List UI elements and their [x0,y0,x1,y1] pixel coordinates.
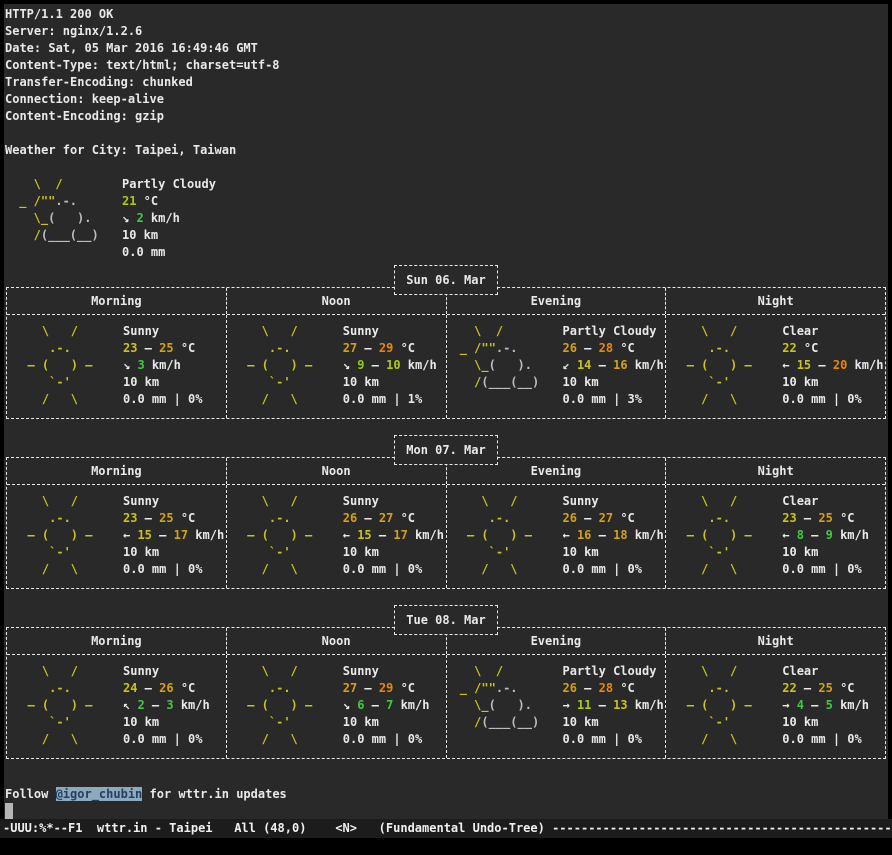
weather-cell-noon: \ / .-. – ( ) – `-' / \ Sunny27 – 29 °C↘… [226,655,446,758]
period-header-night: Night [665,628,885,654]
weather-cell-noon: \ / .-. – ( ) – `-' / \ Sunny26 – 27 °C←… [226,485,446,588]
weather-cell-info: Clear22 °C← 15 – 20 km/h10 km0.0 mm | 0% [782,323,885,418]
sun-icon: \ / .-. – ( ) – `-' / \ [13,323,117,418]
sun-icon: \ / .-. – ( ) – `-' / \ [233,493,337,588]
period-header-night: Night [665,288,885,314]
weather-cell-morning: \ / .-. – ( ) – `-' / \ Sunny23 – 25 °C↘… [7,315,226,418]
sun-icon: \ / .-. – ( ) – `-' / \ [13,493,117,588]
sun-icon: \ / .-. – ( ) – `-' / \ [233,663,337,758]
weather-cell-info: Sunny26 – 27 °C← 16 – 18 km/h10 km0.0 mm… [563,493,666,588]
follow-suffix: for wttr.in updates [142,787,287,801]
weather-cell-info: Sunny23 – 25 °C↘ 3 km/h10 km0.0 mm | 0% [123,323,226,418]
current-conditions: \ / _ /"".-. \_( ). /(___(__) Partly Clo… [4,176,888,261]
partly-cloudy-icon: \ / _ /"".-. \_( ). /(___(__) [453,323,557,418]
sun-icon: \ / .-. – ( ) – `-' / \ [453,493,557,588]
weather-cell-info: Partly Cloudy26 – 28 °C→ 11 – 13 km/h10 … [563,663,666,758]
weather-cell-evening: \ / _ /"".-. \_( ). /(___(__) Partly Clo… [446,315,666,418]
weather-cell-info: Sunny26 – 27 °C← 15 – 17 km/h10 km0.0 mm… [343,493,446,588]
weather-cell-info: Sunny27 – 29 °C↘ 6 – 7 km/h10 km0.0 mm |… [343,663,446,758]
location-line: Weather for City: Taipei, Taiwan [5,142,888,159]
date-label: Tue 08. Mar [406,612,485,629]
forecast-day-2: Mon 07. MarMorningNoonEveningNight \ / .… [6,457,886,589]
follow-prefix: Follow [5,787,56,801]
forecast-body-row: \ / .-. – ( ) – `-' / \ Sunny24 – 26 °C↖… [7,655,885,758]
weather-cell-evening: \ / .-. – ( ) – `-' / \ Sunny26 – 27 °C←… [446,485,666,588]
period-header-morning: Morning [7,628,226,654]
follow-line: Follow @igor_chubin for wttr.in updates [5,786,888,803]
emacs-modeline: -UUU:%*--F1 wttr.in - Taipei All (48,0) … [0,819,892,838]
date-label: Sun 06. Mar [406,272,485,289]
forecast-day-3: Tue 08. MarMorningNoonEveningNight \ / .… [6,627,886,759]
forecast-body-row: \ / .-. – ( ) – `-' / \ Sunny23 – 25 °C↘… [7,315,885,418]
twitter-handle-link[interactable]: @igor_chubin [56,787,143,801]
current-conditions-info: Partly Cloudy21 °C↘ 2 km/h10 km0.0 mm [122,176,216,261]
date-box: Mon 07. Mar [394,435,498,465]
date-label: Mon 07. Mar [406,442,485,459]
period-header-morning: Morning [7,288,226,314]
weather-cell-morning: \ / .-. – ( ) – `-' / \ Sunny24 – 26 °C↖… [7,655,226,758]
http-response-headers: HTTP/1.1 200 OK Server: nginx/1.2.6 Date… [5,6,888,125]
weather-cell-info: Sunny27 – 29 °C↘ 9 – 10 km/h10 km0.0 mm … [343,323,446,418]
forecast-table: Tue 08. MarMorningNoonEveningNight \ / .… [6,627,886,759]
terminal-cursor [5,803,13,819]
period-header-night: Night [665,458,885,484]
forecast-day-1: Sun 06. MarMorningNoonEveningNight \ / .… [6,287,886,419]
terminal-cursor-line [5,803,888,819]
terminal-content: HTTP/1.1 200 OK Server: nginx/1.2.6 Date… [4,4,888,838]
weather-cell-morning: \ / .-. – ( ) – `-' / \ Sunny23 – 25 °C←… [7,485,226,588]
weather-cell-info: Clear22 – 25 °C→ 4 – 5 km/h10 km0.0 mm |… [782,663,885,758]
weather-cell-night: \ / .-. – ( ) – `-' / \ Clear23 – 25 °C←… [665,485,885,588]
sun-icon: \ / .-. – ( ) – `-' / \ [233,323,337,418]
terminal-window: { "colors": { "white": "#e9e9e9", "cloud… [0,0,892,855]
sun-icon: \ / .-. – ( ) – `-' / \ [672,493,776,588]
weather-cell-info: Partly Cloudy26 – 28 °C↙ 14 – 16 km/h10 … [563,323,666,418]
weather-cell-night: \ / .-. – ( ) – `-' / \ Clear22 °C← 15 –… [665,315,885,418]
weather-cell-noon: \ / .-. – ( ) – `-' / \ Sunny27 – 29 °C↘… [226,315,446,418]
partly-cloudy-icon: \ / _ /"".-. \_( ). /(___(__) [453,663,557,758]
sun-icon: \ / .-. – ( ) – `-' / \ [672,323,776,418]
forecast-days: Sun 06. MarMorningNoonEveningNight \ / .… [4,287,888,759]
weather-cell-night: \ / .-. – ( ) – `-' / \ Clear22 – 25 °C→… [665,655,885,758]
weather-cell-info: Sunny23 – 25 °C← 15 – 17 km/h10 km0.0 mm… [123,493,226,588]
weather-cell-evening: \ / _ /"".-. \_( ). /(___(__) Partly Clo… [446,655,666,758]
forecast-body-row: \ / .-. – ( ) – `-' / \ Sunny23 – 25 °C←… [7,485,885,588]
sun-icon: \ / .-. – ( ) – `-' / \ [13,663,117,758]
date-box: Tue 08. Mar [394,605,498,635]
partly-cloudy-icon: \ / _ /"".-. \_( ). /(___(__) [12,176,116,261]
forecast-table: Mon 07. MarMorningNoonEveningNight \ / .… [6,457,886,589]
forecast-table: Sun 06. MarMorningNoonEveningNight \ / .… [6,287,886,419]
date-box: Sun 06. Mar [394,265,498,295]
sun-icon: \ / .-. – ( ) – `-' / \ [672,663,776,758]
period-header-morning: Morning [7,458,226,484]
weather-cell-info: Clear23 – 25 °C← 8 – 9 km/h10 km0.0 mm |… [782,493,885,588]
weather-cell-info: Sunny24 – 26 °C↖ 2 – 3 km/h10 km0.0 mm |… [123,663,226,758]
